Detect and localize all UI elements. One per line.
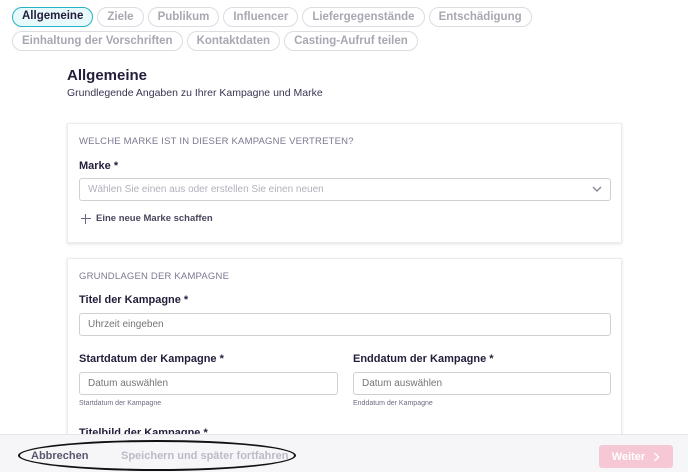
start-date-label: Startdatum der Kampagne * [79,353,224,365]
add-brand-link[interactable]: Eine neue Marke schaffen [81,213,213,224]
start-date-input[interactable] [79,372,338,395]
add-brand-label: Eine neue Marke schaffen [96,213,213,224]
highlight-ellipse [18,440,296,471]
tab-publikum[interactable]: Publikum [147,7,220,27]
footer-bar: Abbrechen Speichern und später fortfahre… [0,434,688,472]
chevron-down-icon [592,186,602,192]
brand-select[interactable]: Wählen Sie einen aus oder erstellen Sie … [79,178,611,201]
next-button[interactable]: Weiter [599,445,673,468]
brand-section-heading: WELCHE MARKE IST IN DIESER KAMPAGNE VERT… [79,136,354,147]
brand-field-label: Marke * [79,160,119,172]
campaign-section-heading: GRUNDLAGEN DER KAMPAGNE [79,271,230,282]
start-date-help: Startdatum der Kampagne [79,400,162,407]
page-title: Allgemeine [67,67,148,84]
campaign-title-input[interactable] [79,313,611,336]
next-button-label: Weiter [611,450,646,463]
end-date-label: Enddatum der Kampagne * [353,353,494,365]
end-date-help: Enddatum der Kampagne [353,400,433,407]
tab-influencer[interactable]: Influencer [223,7,299,27]
page-subtitle: Grundlegende Angaben zu Ihrer Kampagne u… [67,87,323,99]
title-field-label: Titel der Kampagne * [79,294,189,306]
campaign-card: GRUNDLAGEN DER KAMPAGNE Titel der Kampag… [67,258,622,448]
tab-entschaedigung[interactable]: Entschädigung [428,7,532,27]
tab-kontaktdaten[interactable]: Kontaktdaten [186,31,281,51]
tab-einhaltung-der-vorschriften[interactable]: Einhaltung der Vorschriften [12,31,183,51]
tab-casting-aufruf-teilen[interactable]: Casting-Aufruf teilen [284,31,418,51]
tab-liefergegenstaende[interactable]: Liefergegenstände [302,7,425,27]
end-date-input[interactable] [353,372,611,395]
brand-card: WELCHE MARKE IST IN DIESER KAMPAGNE VERT… [67,123,622,243]
tab-ziele[interactable]: Ziele [97,7,144,27]
plus-icon [81,213,91,224]
chevron-right-icon [654,452,660,461]
tab-bar: Allgemeine Ziele Publikum Influencer Lie… [12,7,682,51]
brand-select-placeholder: Wählen Sie einen aus oder erstellen Sie … [88,184,324,195]
tab-allgemeine[interactable]: Allgemeine [12,7,94,27]
